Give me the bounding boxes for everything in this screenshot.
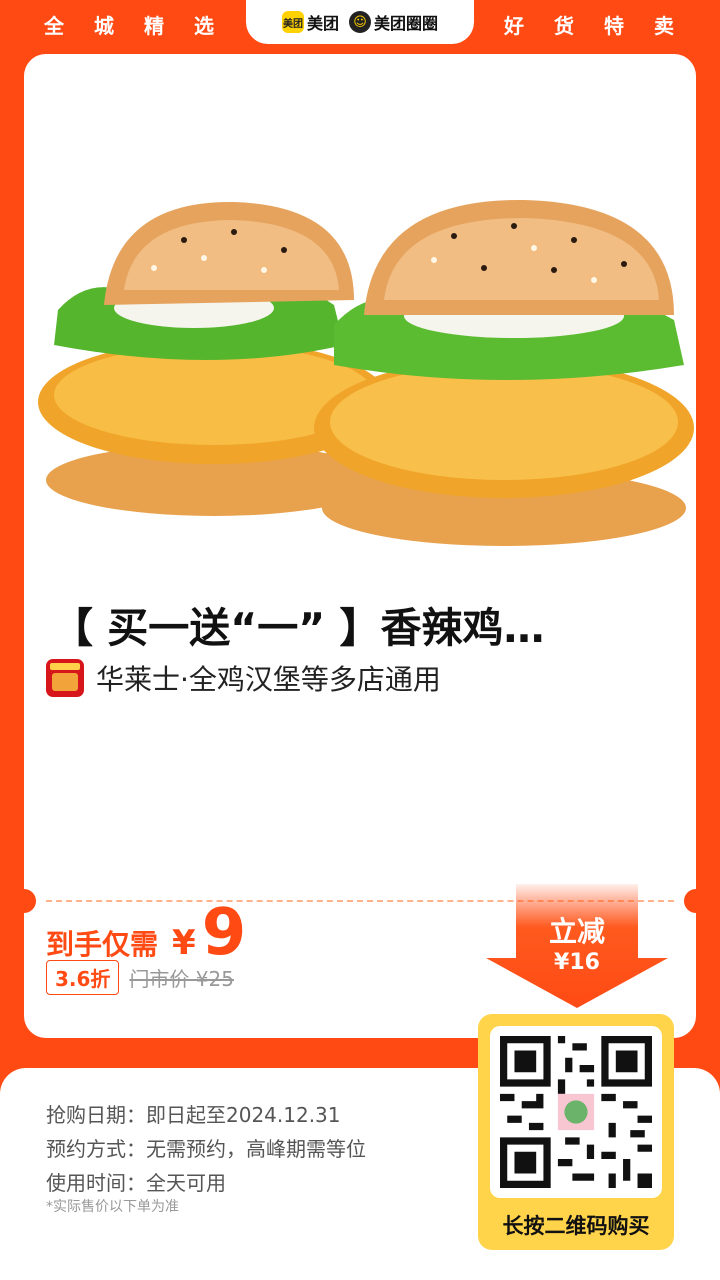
price-label: 到手仅需 — [46, 928, 159, 961]
qr-caption: 长按二维码购买 — [502, 1214, 650, 1238]
brand-row: 华莱士·全鸡汉堡等多店通用 — [46, 658, 441, 698]
quanquan-logo-text: 美团圈圈 — [374, 14, 439, 33]
header-left-slogan: 全城精选 — [44, 10, 244, 39]
slogan-char: 好 — [504, 14, 524, 38]
original-price: 门市价 ¥25 — [129, 967, 234, 991]
discount-row: 3.6折 门市价 ¥25 — [46, 960, 234, 995]
discount-badge: 3.6折 — [46, 960, 120, 995]
header-banner: 全 城 精 选 美团 美团 ☺ 美团圈圈 好 货 特 卖 — [0, 0, 720, 60]
info-row-hours: 使用时间：全天可用 — [46, 1171, 226, 1195]
qr-code-panel[interactable]: 长按二维码购买 — [478, 1014, 674, 1250]
ticket-notch-right — [684, 889, 708, 913]
slogan-char: 货 — [554, 14, 574, 38]
slogan-char: 城 — [94, 14, 114, 38]
slogan-char: 卖 — [654, 14, 674, 38]
brand-logo-icon — [46, 659, 84, 697]
info-row-booking: 预约方式：无需预约，高峰期需等位 — [46, 1137, 366, 1161]
price-note: *实际售价以下单为准 — [46, 1199, 179, 1215]
header-right-slogan: 好货特卖 — [504, 10, 704, 39]
smiley-face-icon: ☺ — [349, 11, 371, 33]
burger-image — [38, 199, 694, 546]
meituan-badge-icon: 美团 — [281, 11, 304, 33]
meituan-logo-tab: 美团 美团 ☺ 美团圈圈 — [246, 0, 474, 44]
slogan-char: 特 — [604, 14, 624, 38]
meituan-logo-text: 美团 — [306, 14, 339, 33]
product-title: 【 买一送“一” 】香辣鸡… — [52, 604, 545, 652]
price-value: 9 — [201, 896, 247, 970]
ticket-notch-left — [12, 889, 36, 913]
promo-amount: ¥16 — [554, 950, 600, 975]
qr-code-icon — [500, 1036, 652, 1188]
slogan-char: 精 — [144, 14, 164, 38]
slogan-char: 选 — [194, 14, 214, 38]
info-row-date: 抢购日期：即日起至2024.12.31 — [46, 1103, 341, 1127]
slogan-char: 全 — [44, 14, 64, 38]
deal-info: 抢购日期：即日起至2024.12.31 预约方式：无需预约，高峰期需等位 使用时… — [46, 1098, 366, 1200]
price-row: 到手仅需 ¥ 9 — [46, 896, 246, 970]
qr-code[interactable] — [490, 1026, 662, 1198]
brand-name: 华莱士·全鸡汉堡等多店通用 — [96, 663, 441, 696]
promo-label: 立减 — [548, 915, 605, 948]
price-currency: ¥ — [172, 923, 196, 963]
